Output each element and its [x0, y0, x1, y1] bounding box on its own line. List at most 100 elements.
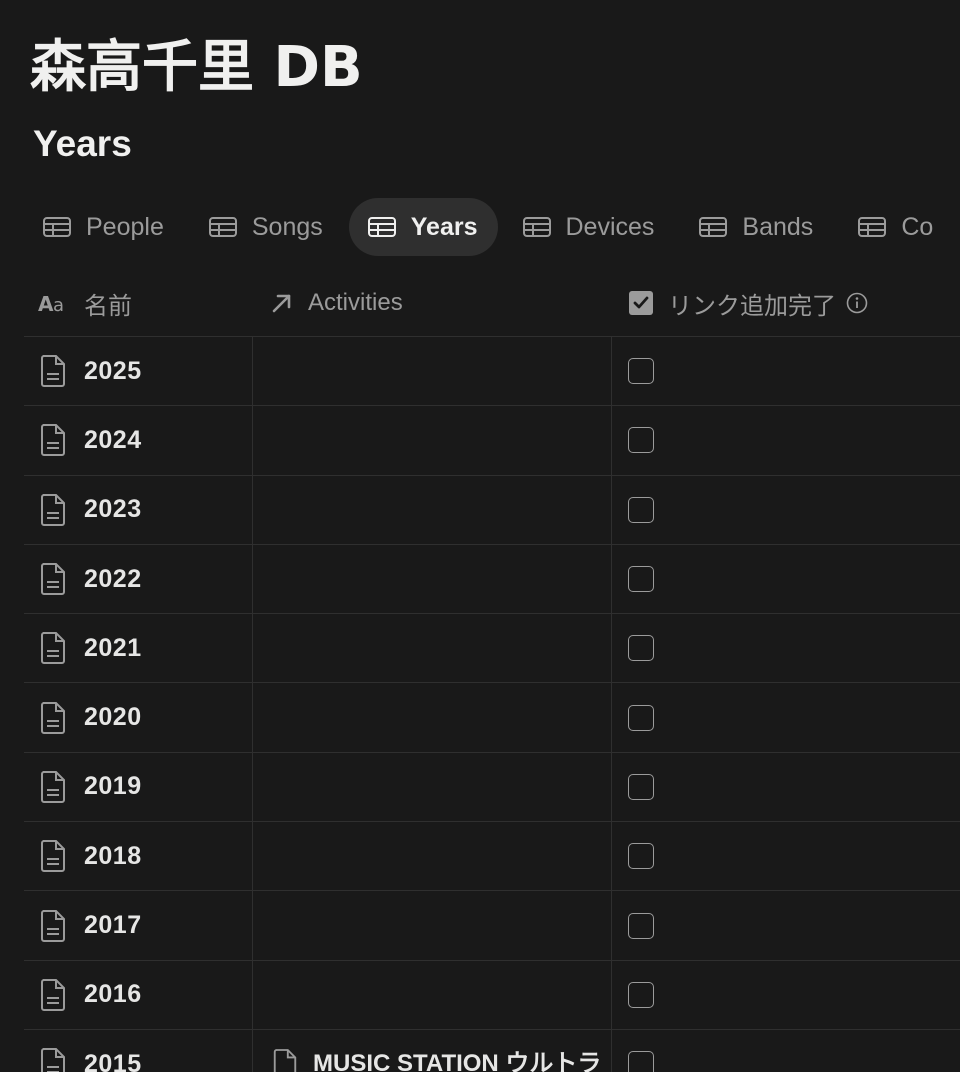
name-cell[interactable]: 2023: [24, 476, 252, 544]
name-cell[interactable]: 2025: [24, 337, 252, 405]
activities-cell[interactable]: [252, 822, 612, 891]
link-done-cell: [612, 891, 960, 959]
page-icon: [38, 978, 68, 1012]
activities-cell[interactable]: [252, 475, 612, 544]
page-icon: [38, 1047, 68, 1072]
tab-label: Bands: [742, 212, 814, 241]
row-title: 2016: [84, 980, 142, 1009]
page-icon: [38, 770, 68, 804]
row-title: 2024: [84, 425, 142, 454]
activity-relation-link[interactable]: MUSIC STATION ウルトラ: [271, 1047, 601, 1072]
name-cell[interactable]: 2019: [24, 753, 252, 821]
link-done-checkbox[interactable]: [628, 1051, 654, 1072]
activities-cell[interactable]: [252, 960, 612, 1029]
relation-arrow-icon: [270, 291, 294, 315]
tab-label: Co: [901, 212, 934, 241]
link-done-checkbox[interactable]: [628, 912, 654, 939]
tab-songs[interactable]: Songs: [190, 198, 343, 256]
row-title: 2020: [84, 703, 142, 732]
tab-co[interactable]: Co: [839, 198, 953, 256]
table-icon: [698, 215, 728, 239]
view-tabs: People Songs Years Devices Bands Co: [24, 198, 960, 256]
name-cell[interactable]: 2020: [24, 683, 252, 751]
activities-cell[interactable]: [252, 891, 612, 960]
row-title: 2018: [84, 841, 142, 870]
row-title: 2015: [84, 1049, 142, 1072]
table-row[interactable]: 2015 MUSIC STATION ウルトラ: [24, 1029, 960, 1072]
column-header-activities[interactable]: Activities: [252, 270, 612, 336]
tab-bands[interactable]: Bands: [680, 198, 833, 256]
table-icon: [522, 215, 552, 239]
table-row[interactable]: 2021: [24, 614, 960, 684]
page-icon: [38, 562, 68, 596]
row-title: 2023: [84, 495, 142, 524]
page-icon: [38, 493, 68, 527]
activities-cell[interactable]: [252, 337, 612, 406]
link-done-cell: [612, 961, 960, 1029]
page-icon: [38, 701, 68, 735]
link-done-checkbox[interactable]: [628, 843, 654, 870]
table-header: Aa 名前 Activities リンク追加完了: [24, 270, 960, 337]
page-icon: [38, 354, 68, 388]
text-type-icon: Aa: [38, 291, 70, 315]
activities-cell[interactable]: [252, 752, 612, 822]
table-row[interactable]: 2023: [24, 475, 960, 545]
table-row[interactable]: 2019: [24, 752, 960, 823]
name-cell[interactable]: 2018: [24, 822, 252, 890]
row-title: 2019: [84, 772, 142, 801]
table-row[interactable]: 2020: [24, 683, 960, 753]
row-title: 2022: [84, 564, 142, 593]
activities-cell[interactable]: MUSIC STATION ウルトラ: [252, 1029, 612, 1072]
tab-label: People: [86, 212, 164, 241]
page-icon: [38, 631, 68, 665]
tab-years[interactable]: Years: [348, 198, 498, 256]
tab-devices[interactable]: Devices: [504, 198, 675, 256]
link-done-checkbox[interactable]: [628, 773, 654, 800]
name-cell[interactable]: 2024: [24, 406, 252, 474]
svg-text:A: A: [38, 292, 54, 315]
activities-cell[interactable]: [252, 683, 612, 752]
table-row[interactable]: 2025: [24, 337, 960, 407]
table-body: 2025 2024 2023 2022 2021 2020 2019 2018 2017 2016…: [24, 337, 960, 1072]
link-done-cell: [612, 545, 960, 613]
activity-link-text: MUSIC STATION ウルトラ: [313, 1050, 601, 1072]
link-done-cell: [612, 614, 960, 682]
name-cell[interactable]: 2017: [24, 891, 252, 959]
link-done-cell: [612, 683, 960, 751]
activities-cell[interactable]: [252, 544, 612, 614]
table-row[interactable]: 2024: [24, 406, 960, 476]
table-icon: [42, 215, 72, 239]
database-title: 森高千里 DB: [30, 35, 363, 100]
link-done-checkbox[interactable]: [628, 704, 654, 731]
column-label: Activities: [308, 289, 403, 316]
database-table: Aa 名前 Activities リンク追加完了 2025 2024 2023 …: [24, 270, 960, 1072]
link-done-checkbox[interactable]: [628, 635, 654, 662]
name-cell[interactable]: 2021: [24, 614, 252, 682]
table-icon: [857, 215, 887, 239]
info-icon[interactable]: [846, 292, 868, 314]
view-title: Years: [33, 123, 132, 164]
column-header-link-done[interactable]: リンク追加完了: [612, 270, 960, 336]
page: 森高千里 DB Years People Songs Years Devices: [0, 0, 960, 1072]
link-done-checkbox[interactable]: [628, 496, 654, 523]
name-cell[interactable]: 2016: [24, 961, 252, 1029]
page-icon: [271, 1047, 299, 1072]
link-done-checkbox[interactable]: [628, 981, 654, 1008]
link-done-checkbox[interactable]: [628, 427, 654, 454]
name-cell[interactable]: 2022: [24, 545, 252, 613]
link-done-checkbox[interactable]: [628, 358, 654, 385]
activities-cell[interactable]: [252, 614, 612, 683]
svg-text:a: a: [53, 295, 64, 315]
name-cell[interactable]: 2015: [24, 1030, 252, 1072]
tab-label: Years: [410, 212, 478, 241]
table-icon: [367, 215, 397, 239]
page-icon: [38, 839, 68, 873]
table-row[interactable]: 2022: [24, 544, 960, 615]
tab-people[interactable]: People: [24, 198, 184, 256]
table-row[interactable]: 2016: [24, 960, 960, 1030]
table-row[interactable]: 2017: [24, 891, 960, 961]
activities-cell[interactable]: [252, 406, 612, 475]
table-row[interactable]: 2018: [24, 822, 960, 892]
link-done-checkbox[interactable]: [628, 566, 654, 593]
column-header-name[interactable]: Aa 名前: [24, 270, 252, 336]
